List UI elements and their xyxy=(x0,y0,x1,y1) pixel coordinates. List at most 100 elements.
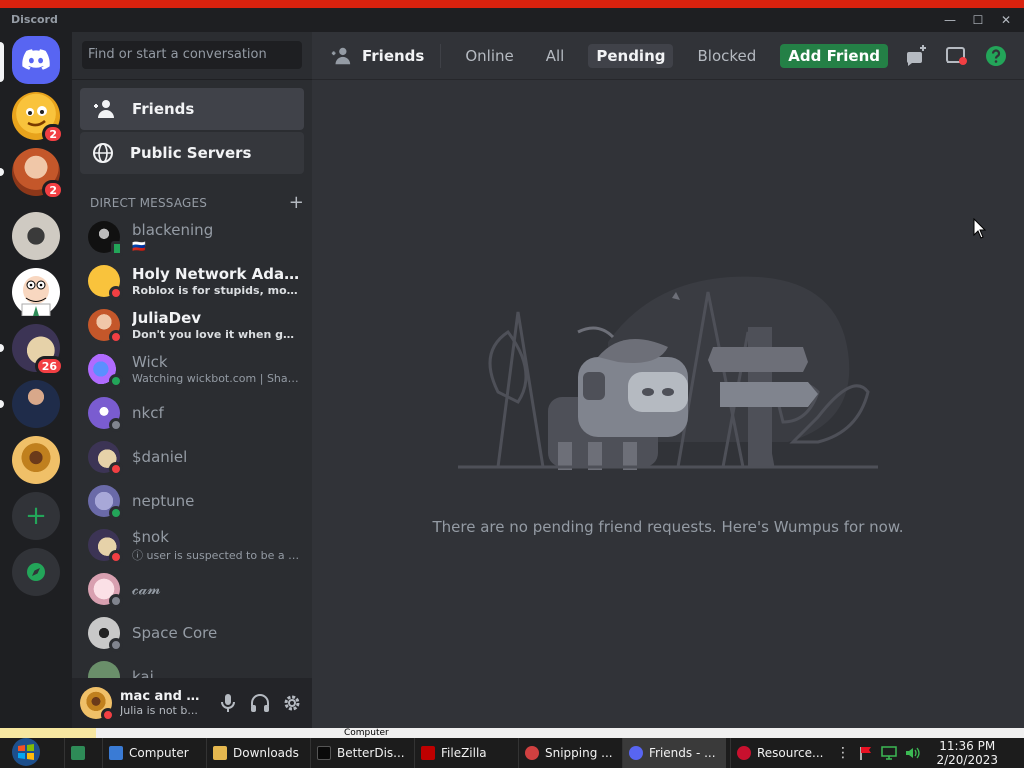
new-group-dm-icon xyxy=(906,45,926,66)
deafen-button[interactable] xyxy=(244,687,276,719)
taskbar-item-betterdiscord[interactable]: BetterDis... xyxy=(310,738,410,768)
server-icon[interactable] xyxy=(12,212,60,260)
new-group-dm-button[interactable] xyxy=(904,44,928,68)
user-avatar[interactable] xyxy=(80,687,115,722)
dm-name: 𝓬𝓪𝓶 xyxy=(132,580,161,598)
background-window-strip xyxy=(0,0,1024,8)
avatar xyxy=(88,529,123,564)
nav-friends[interactable]: Friends xyxy=(80,88,304,130)
tab-blocked[interactable]: Blocked xyxy=(689,44,764,68)
friends-icon xyxy=(331,47,351,64)
dm-item[interactable]: Space Core xyxy=(80,612,304,654)
online-status-icon xyxy=(109,506,123,520)
inbox-icon xyxy=(946,47,967,65)
dnd-status-icon xyxy=(101,708,115,722)
custom-status: Julia is not b... xyxy=(120,704,198,717)
friends-icon xyxy=(94,100,114,118)
taskbar-item-discord[interactable]: Friends - ... xyxy=(622,738,726,768)
avatar xyxy=(88,661,120,678)
dm-name: blackening xyxy=(132,221,214,239)
online-status-icon xyxy=(109,374,123,388)
system-tray: ⋮ xyxy=(836,738,922,768)
create-dm-button[interactable]: + xyxy=(289,192,304,213)
network-icon[interactable] xyxy=(880,745,898,761)
mention-badge: 2 xyxy=(42,124,64,144)
volume-icon[interactable] xyxy=(904,745,922,761)
tab-pending[interactable]: Pending xyxy=(588,43,674,68)
dm-item[interactable]: $daniel xyxy=(80,436,304,478)
dm-item[interactable]: neptune xyxy=(80,480,304,522)
dm-name: Wick xyxy=(132,353,168,371)
mouse-cursor-icon xyxy=(973,218,987,239)
friends-title: Friends xyxy=(330,43,442,68)
discord-icon xyxy=(629,746,643,760)
nav-friends-label: Friends xyxy=(132,100,195,118)
avatar xyxy=(88,573,123,608)
taskbar-item-filezilla[interactable]: FileZilla xyxy=(414,738,514,768)
app-title: Discord xyxy=(11,13,58,26)
dnd-status-icon xyxy=(109,550,123,564)
close-button[interactable]: ✕ xyxy=(992,10,1020,30)
maximize-button[interactable]: ☐ xyxy=(964,10,992,30)
user-settings-button[interactable] xyxy=(276,687,308,719)
dm-status-text: Watching wickbot.com | Shar... xyxy=(132,372,300,385)
selected-indicator xyxy=(0,42,4,82)
server-icon[interactable]: 2 xyxy=(12,92,64,144)
minimize-button[interactable]: — xyxy=(936,10,964,30)
plus-icon: + xyxy=(25,501,47,531)
dm-item[interactable]: nkcf xyxy=(80,392,304,434)
server-icon[interactable] xyxy=(12,380,60,428)
dm-item[interactable]: Holy Network AdapterRoblox is for stupid… xyxy=(80,260,304,302)
dm-item[interactable]: 𝓬𝓪𝓶 xyxy=(80,568,304,610)
dm-item[interactable]: JuliaDevDon't you love it when govern... xyxy=(80,304,304,346)
nav-public-servers-label: Public Servers xyxy=(130,144,252,162)
tab-online[interactable]: Online xyxy=(457,44,521,68)
taskbar-item-snipping-tool[interactable]: Snipping ... xyxy=(518,738,618,768)
offline-status-icon xyxy=(109,594,123,608)
unread-indicator xyxy=(0,168,4,176)
add-server-button[interactable]: + xyxy=(12,492,60,540)
mute-button[interactable] xyxy=(212,687,244,719)
dm-item[interactable]: Wick Watching wickbot.com | Shar... xyxy=(80,348,304,390)
dm-name: Holy Network Adapter xyxy=(132,265,300,283)
inbox-button[interactable] xyxy=(944,44,968,68)
unread-indicator xyxy=(0,344,4,352)
taskbar-item-downloads[interactable]: Downloads xyxy=(206,738,306,768)
taskbar-item-show-desktop[interactable] xyxy=(64,738,100,768)
action-center-flag-icon[interactable] xyxy=(858,745,874,761)
dm-name: $daniel xyxy=(132,448,188,466)
dm-item[interactable]: $nok ⓘ user is suspected to be a p... xyxy=(80,524,304,566)
dm-status-text: Don't you love it when govern... xyxy=(132,328,300,341)
snipping-tool-icon xyxy=(525,746,539,760)
tray-overflow-icon[interactable]: ⋮ xyxy=(836,745,850,761)
server-icon[interactable]: 2 xyxy=(12,148,64,200)
taskbar-item-computer[interactable]: Computer xyxy=(102,738,202,768)
dm-sidebar: Find or start a conversation Friends Pub… xyxy=(72,32,312,678)
offline-status-icon xyxy=(109,638,123,652)
search-bar: Find or start a conversation xyxy=(72,32,312,80)
dm-name: neptune xyxy=(132,492,195,510)
nav-public-servers[interactable]: Public Servers xyxy=(80,132,304,174)
title-bar: Discord — ☐ ✕ xyxy=(0,8,1024,32)
clock-time: 11:36 PM xyxy=(939,739,996,753)
server-icon[interactable]: 26 xyxy=(12,324,64,376)
windows-logo-icon xyxy=(12,738,40,766)
server-icon[interactable] xyxy=(12,436,60,484)
taskbar-item-resource-monitor[interactable]: Resource... xyxy=(730,738,826,768)
help-button[interactable] xyxy=(984,44,1008,68)
cartoon-face-icon xyxy=(21,276,51,317)
dm-item[interactable]: kai xyxy=(80,656,304,678)
find-conversation-input[interactable]: Find or start a conversation xyxy=(82,41,302,69)
tab-all[interactable]: All xyxy=(538,44,573,68)
taskbar-clock[interactable]: 11:36 PM 2/20/2023 xyxy=(936,739,998,767)
start-button[interactable] xyxy=(8,736,44,768)
add-friend-button[interactable]: Add Friend xyxy=(780,43,889,68)
filezilla-icon xyxy=(421,746,435,760)
explore-servers-button[interactable] xyxy=(12,548,60,596)
dm-item[interactable]: blackening 🇷🇺 xyxy=(80,216,304,258)
avatar xyxy=(88,265,123,300)
avatar xyxy=(88,353,123,388)
server-icon[interactable] xyxy=(12,268,60,317)
direct-messages-home-button[interactable] xyxy=(12,36,60,84)
mention-badge: 2 xyxy=(42,180,64,200)
